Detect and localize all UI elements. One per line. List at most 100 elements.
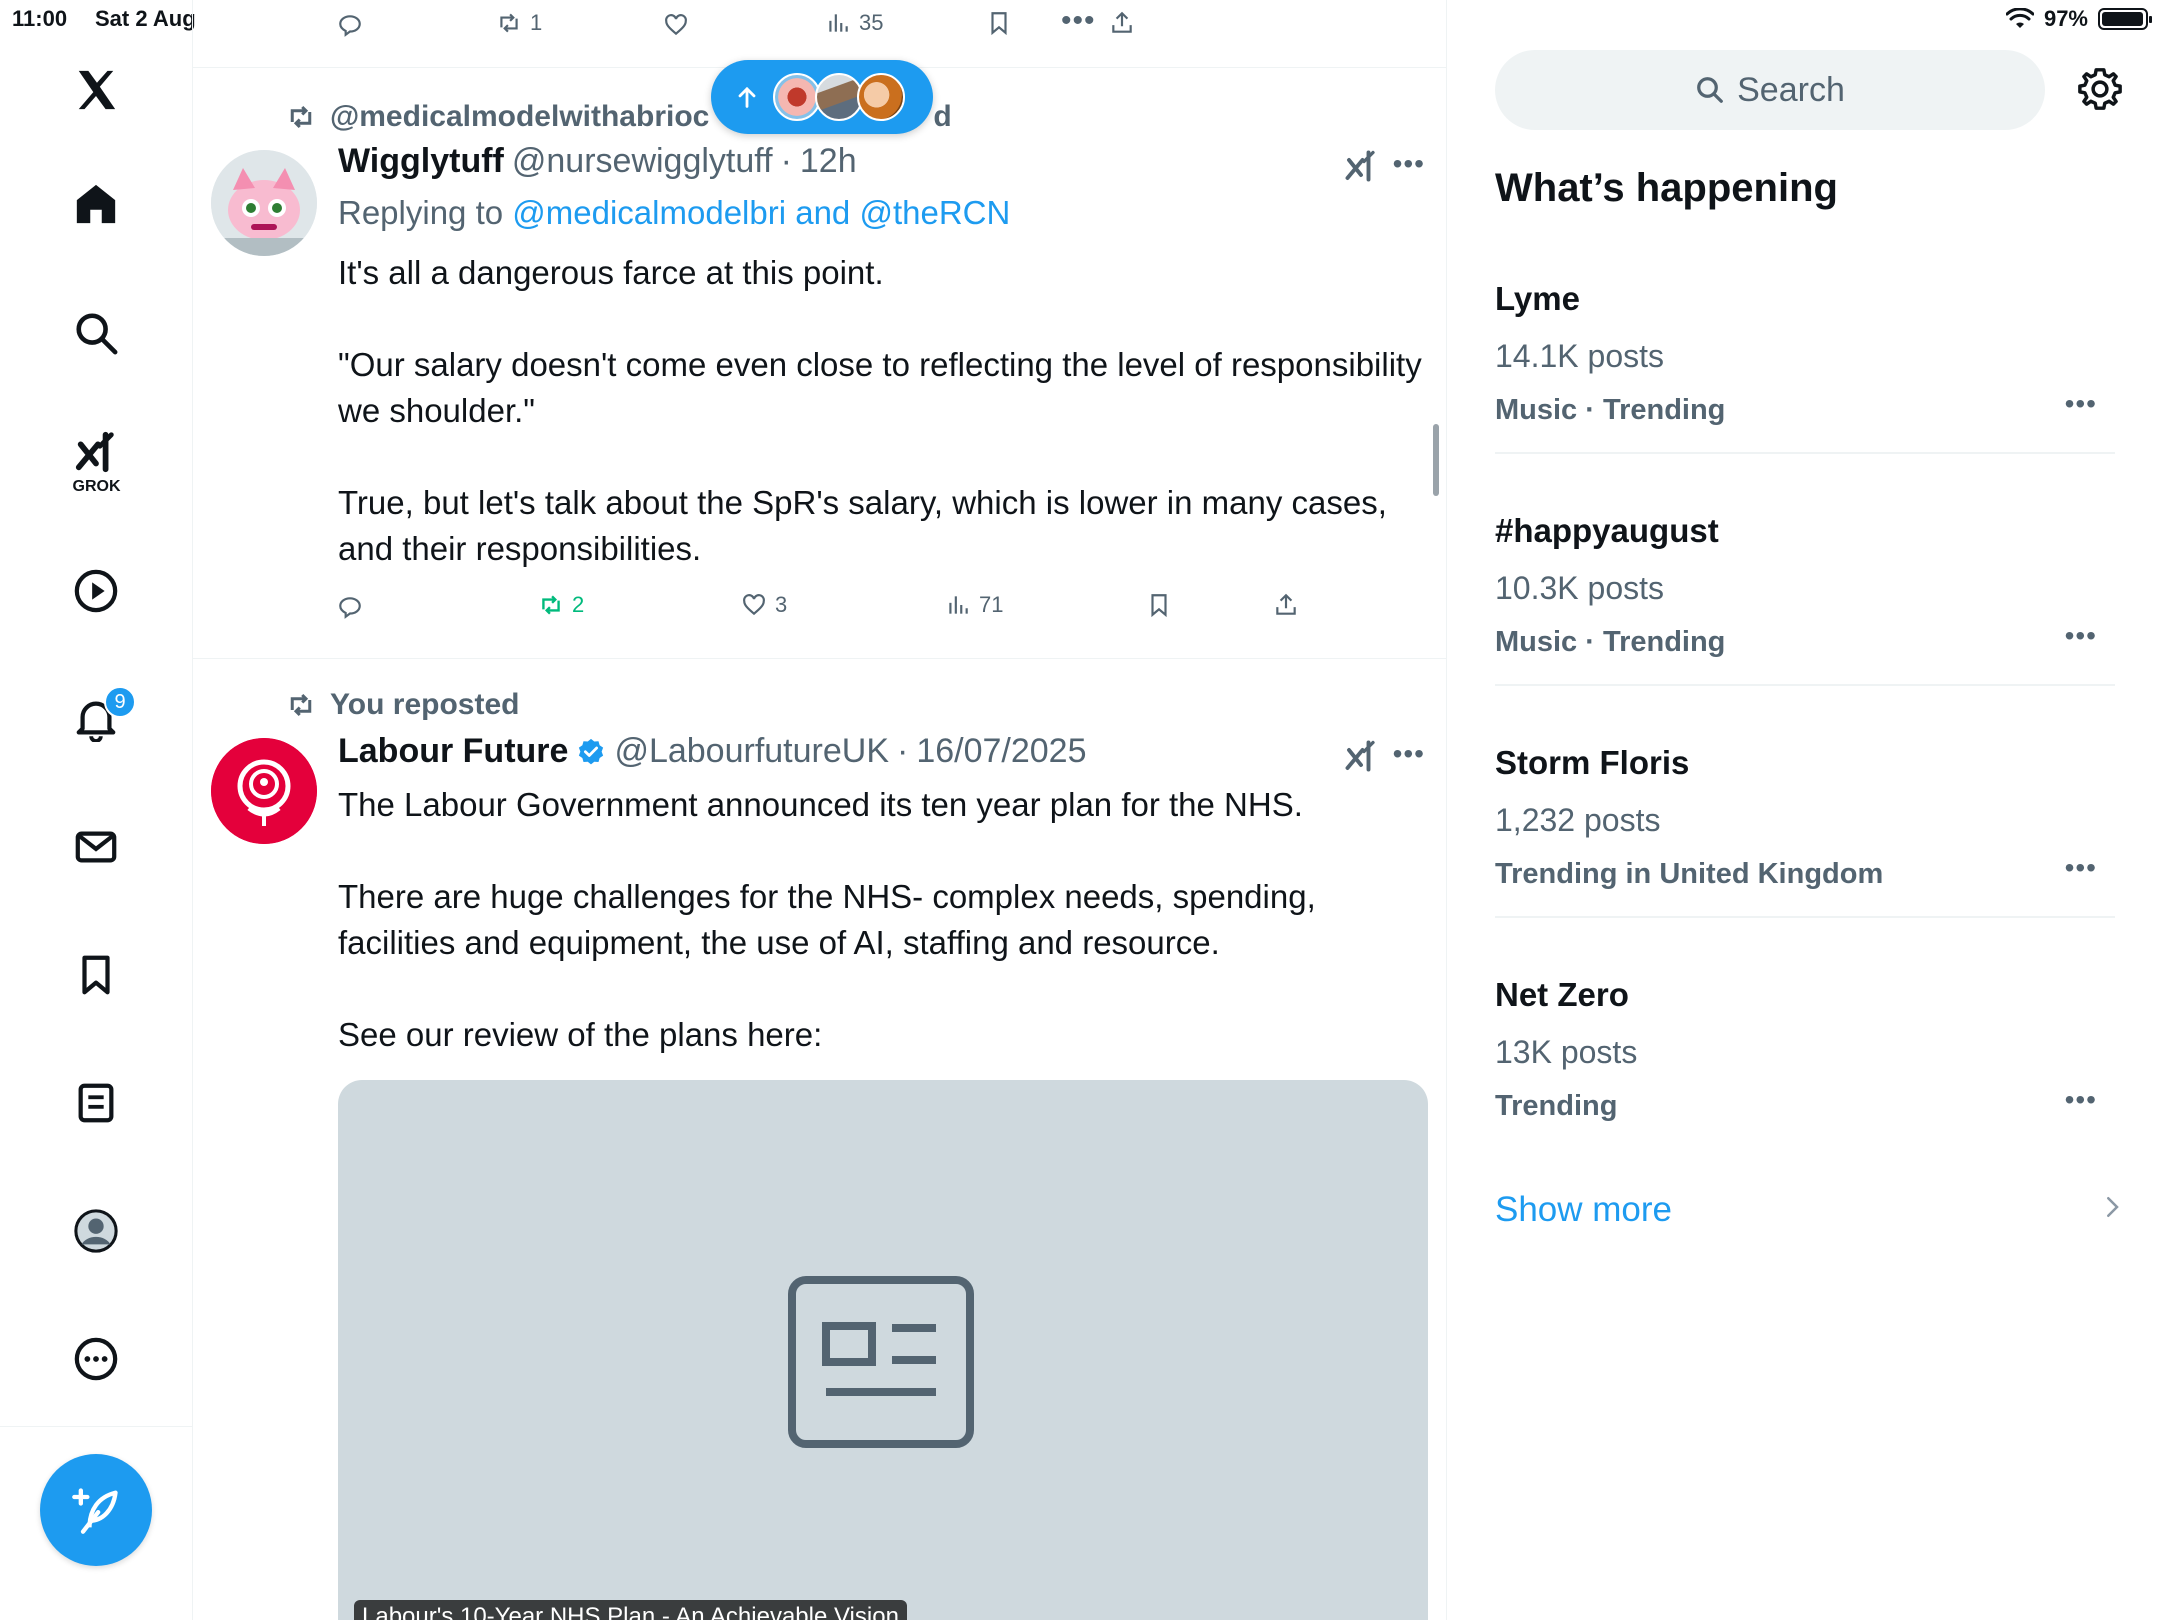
repost-icon [290, 105, 312, 129]
views-button[interactable]: 35 [825, 10, 883, 36]
views-icon [829, 14, 848, 32]
link-card[interactable]: Labour's 10-Year NHS Plan - An Achievabl… [338, 1080, 1428, 1620]
reply-button[interactable] [337, 594, 363, 620]
card-caption: Labour's 10-Year NHS Plan - An Achievabl… [354, 1600, 907, 1620]
nav-messages[interactable] [60, 811, 132, 883]
bookmark-button[interactable] [1146, 592, 1172, 618]
heart-icon [665, 14, 687, 36]
trend-divider [1495, 684, 2115, 686]
like-count: 3 [775, 592, 788, 617]
trend-name: Storm Floris [1495, 744, 1690, 781]
left-nav: GROK 9 [0, 0, 193, 1620]
repost-count: 2 [572, 592, 585, 617]
scrollbar[interactable] [1433, 424, 1439, 496]
share-icon [1276, 593, 1296, 615]
mail-icon [75, 831, 117, 863]
more-options-icon[interactable]: ••• [2065, 620, 2097, 652]
nav-more[interactable] [60, 1323, 132, 1395]
nav-bookmarks[interactable] [60, 939, 132, 1011]
reply-icon [339, 597, 361, 619]
views-icon [949, 596, 968, 614]
compose-button[interactable] [40, 1454, 152, 1566]
repost-button[interactable]: 1 [496, 10, 542, 36]
trend-item[interactable]: Net Zero 13K posts Trending ••• [1495, 976, 2115, 1208]
tweet-paragraph: It's all a dangerous farce at this point… [338, 254, 884, 291]
replying-prefix: Replying to [338, 194, 504, 231]
trend-count: 14.1K posts [1495, 338, 1664, 374]
gear-icon[interactable] [2077, 66, 2123, 112]
trend-divider [1495, 452, 2115, 454]
wigglytuff-avatar-icon [211, 150, 317, 256]
pill-avatar [857, 73, 905, 121]
grok-icon[interactable] [1343, 148, 1379, 184]
trend-name: Net Zero [1495, 976, 1629, 1013]
more-options-icon[interactable]: ••• [1393, 148, 1425, 180]
share-icon [1112, 11, 1132, 33]
search-input[interactable]: Search [1495, 50, 2045, 130]
replying-handles[interactable]: @medicalmodelbri and @theRCN [512, 194, 1010, 231]
like-button[interactable] [663, 12, 689, 38]
previous-tweet-actions: 1 35 ••• [193, 0, 1446, 68]
profile-icon [74, 1209, 118, 1253]
nav-divider [0, 1426, 193, 1427]
trend-item[interactable]: #happyaugust 10.3K posts Music · Trendin… [1495, 512, 2115, 744]
more-options-icon[interactable]: ••• [2065, 852, 2097, 884]
trend-item[interactable]: Lyme 14.1K posts Music · Trending ••• [1495, 280, 2115, 512]
reply-icon [339, 15, 361, 37]
nav-video[interactable] [60, 555, 132, 627]
tweet-time[interactable]: 12h [800, 142, 857, 181]
reply-button[interactable] [337, 12, 363, 38]
repost-icon [290, 693, 312, 717]
pill-avatar [773, 73, 821, 121]
heart-icon [743, 594, 765, 616]
new-posts-pill[interactable] [711, 60, 933, 134]
nav-home[interactable] [60, 168, 132, 240]
author-handle[interactable]: @nursewigglytuff [512, 142, 773, 181]
tweet-body: It's all a dangerous farce at this point… [338, 250, 1428, 572]
arrow-up-icon [738, 86, 756, 108]
bookmark-icon [1151, 594, 1167, 618]
home-icon [76, 184, 116, 224]
pill-avatar [815, 73, 863, 121]
lists-icon [78, 1083, 114, 1123]
author-name[interactable]: Wigglytuff [338, 142, 504, 181]
verified-badge-icon [579, 738, 604, 764]
repost-button[interactable]: 2 [538, 592, 584, 618]
x-logo[interactable] [60, 54, 132, 126]
views-button[interactable]: 71 [945, 592, 1003, 618]
chevron-right-icon[interactable] [2097, 1192, 2127, 1222]
bookmark-button[interactable] [986, 10, 1012, 36]
grok-icon[interactable] [1343, 738, 1379, 774]
more-options-icon[interactable]: ••• [2065, 1084, 2097, 1116]
trend-category: Trending [1495, 1090, 1618, 1122]
tweet-header: Labour Future @LabourfutureUK · 16/07/20… [338, 732, 1087, 771]
repost-by[interactable]: @medicalmodelwithabrioc [330, 100, 709, 134]
avatar[interactable] [211, 738, 317, 844]
views-count: 71 [979, 592, 1004, 617]
right-sidebar: Search What’s happening Lyme 14.1K posts… [1447, 0, 2160, 1620]
video-icon [74, 569, 118, 613]
dot-separator: · [897, 732, 909, 770]
notification-badge: 9 [104, 686, 136, 718]
nav-lists[interactable] [60, 1067, 132, 1139]
repost-count: 1 [530, 10, 543, 35]
author-name[interactable]: Labour Future [338, 732, 568, 771]
trend-divider [1495, 916, 2115, 918]
show-more-link[interactable]: Show more [1495, 1190, 1672, 1230]
nav-explore[interactable] [60, 297, 132, 369]
more-options-icon[interactable]: ••• [1393, 738, 1425, 770]
tweet-paragraph: The Labour Government announced its ten … [338, 786, 1303, 823]
avatar[interactable] [211, 150, 317, 256]
more-dots-icon[interactable]: ••• [1061, 4, 1096, 38]
nav-profile[interactable] [60, 1195, 132, 1267]
like-button[interactable]: 3 [741, 592, 787, 618]
article-placeholder-icon [788, 1276, 974, 1448]
tweet-time[interactable]: 16/07/2025 [916, 732, 1086, 771]
author-handle[interactable]: @LabourfutureUK [614, 732, 889, 771]
more-options-icon[interactable]: ••• [2065, 388, 2097, 420]
tweet-paragraph: True, but let's talk about the SpR's sal… [338, 484, 1387, 567]
trend-item[interactable]: Storm Floris 1,232 posts Trending in Uni… [1495, 744, 2115, 976]
repost-label[interactable]: You reposted [330, 688, 519, 722]
share-button[interactable] [1109, 10, 1135, 36]
share-button[interactable] [1273, 592, 1299, 618]
